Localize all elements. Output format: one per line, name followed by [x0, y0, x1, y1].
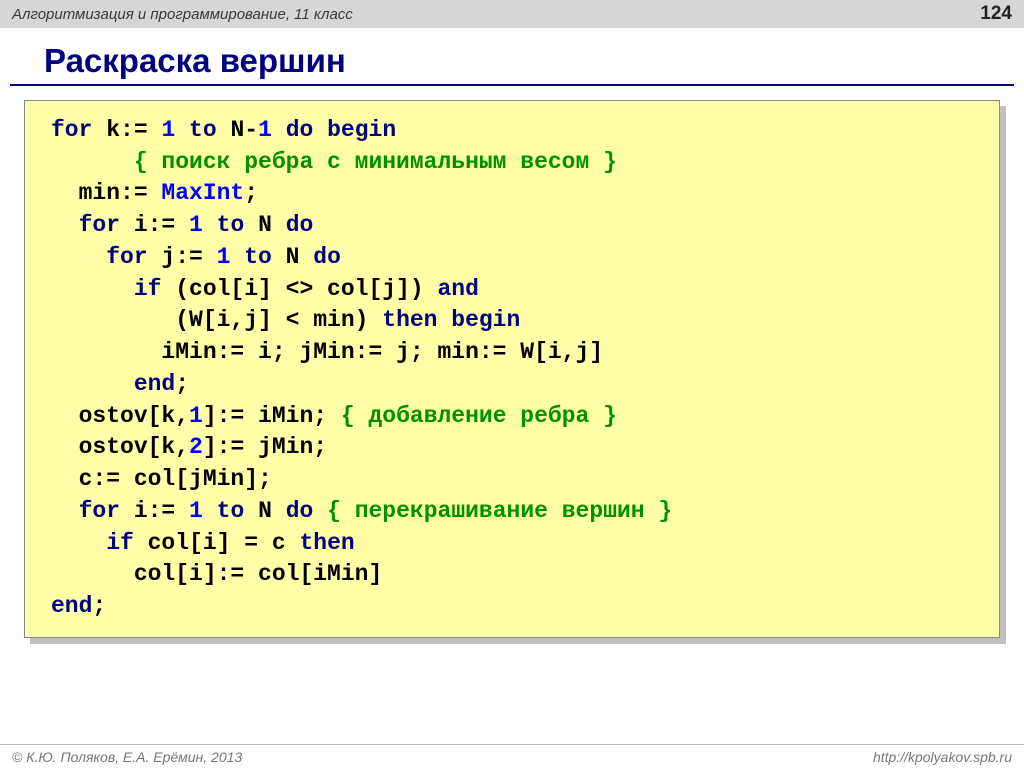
subject-label: Алгоритмизация и программирование, 11 кл…: [12, 6, 353, 23]
slide-header: Алгоритмизация и программирование, 11 кл…: [0, 0, 1024, 28]
keyword-do: do: [286, 498, 314, 524]
keyword-to: to: [203, 498, 244, 524]
keyword-do-begin: do begin: [272, 117, 396, 143]
code-text: N: [244, 498, 285, 524]
code-text: N: [244, 212, 285, 238]
code-text: min:=: [51, 180, 161, 206]
code-text: ;: [244, 180, 258, 206]
keyword-to: to: [175, 117, 216, 143]
keyword-for: for: [51, 212, 120, 238]
keyword-then: then: [299, 530, 354, 556]
code-text: ]:= jMin;: [203, 434, 327, 460]
code-text: ]:= iMin;: [203, 403, 341, 429]
code-block-wrap: for k:= 1 to N-1 do begin { поиск ребра …: [24, 100, 1000, 638]
keyword-and: and: [437, 276, 478, 302]
comment: { поиск ребра с минимальным весом }: [51, 149, 617, 175]
slide-title: Раскраска вершин: [10, 28, 1014, 86]
copyright: © К.Ю. Поляков, Е.А. Ерёмин, 2013: [12, 749, 242, 765]
number-literal: 1: [217, 244, 231, 270]
code-text: ostov[k,: [51, 403, 189, 429]
code-text: c:= col[jMin];: [51, 466, 272, 492]
number-literal: 2: [189, 434, 203, 460]
code-text: N: [272, 244, 313, 270]
comment: { перекрашивание вершин }: [313, 498, 672, 524]
keyword-do: do: [313, 244, 341, 270]
code-text: col[i] = c: [134, 530, 300, 556]
code-text: (col[i] <> col[j]): [161, 276, 437, 302]
identifier-maxint: MaxInt: [161, 180, 244, 206]
keyword-then-begin: then begin: [382, 307, 520, 333]
keyword-to: to: [230, 244, 271, 270]
number-literal: 1: [189, 498, 203, 524]
code-text: k:=: [92, 117, 161, 143]
keyword-end: end: [51, 593, 92, 619]
slide-footer: © К.Ю. Поляков, Е.А. Ерёмин, 2013 http:/…: [0, 744, 1024, 768]
footer-url: http://kpolyakov.spb.ru: [873, 749, 1012, 765]
code-text: ostov[k,: [51, 434, 189, 460]
number-literal: 1: [189, 403, 203, 429]
keyword-to: to: [203, 212, 244, 238]
keyword-for: for: [51, 117, 92, 143]
number-literal: 1: [189, 212, 203, 238]
code-text: ;: [175, 371, 189, 397]
code-text: col[i]:= col[iMin]: [51, 561, 382, 587]
keyword-for: for: [51, 244, 148, 270]
code-text: i:=: [120, 212, 189, 238]
keyword-end: end: [51, 371, 175, 397]
number-literal: 1: [258, 117, 272, 143]
code-text: ;: [92, 593, 106, 619]
page-number: 124: [980, 3, 1012, 25]
code-block: for k:= 1 to N-1 do begin { поиск ребра …: [24, 100, 1000, 638]
comment: { добавление ребра }: [341, 403, 617, 429]
keyword-for: for: [51, 498, 120, 524]
code-text: iMin:= i; jMin:= j; min:= W[i,j]: [51, 339, 603, 365]
code-text: N-: [217, 117, 258, 143]
number-literal: 1: [161, 117, 175, 143]
code-text: i:=: [120, 498, 189, 524]
keyword-do: do: [286, 212, 314, 238]
code-text: (W[i,j] < min): [51, 307, 382, 333]
keyword-if: if: [51, 276, 161, 302]
code-text: j:=: [148, 244, 217, 270]
keyword-if: if: [51, 530, 134, 556]
